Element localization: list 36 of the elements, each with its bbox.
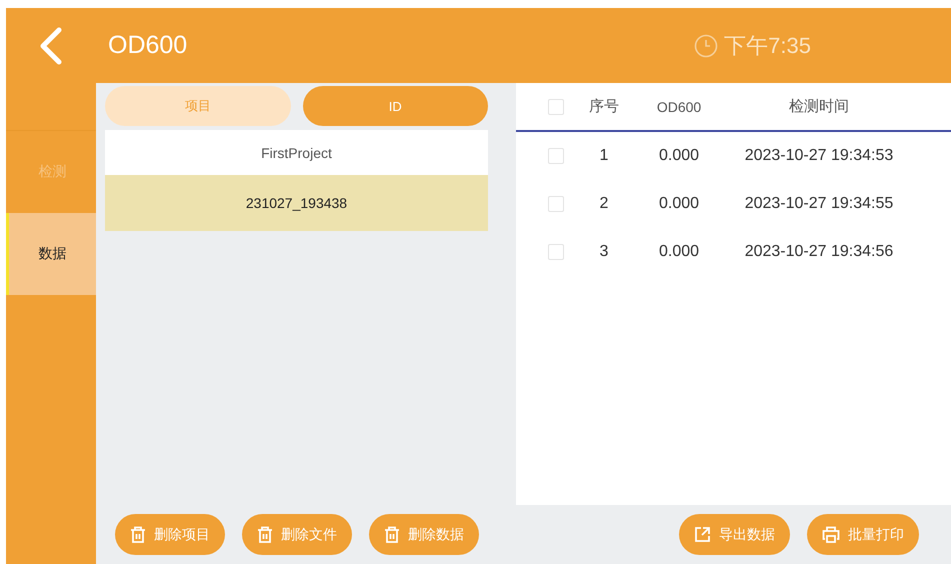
column-header: 检测时间 [788,97,850,116]
action-button[interactable]: 导出数据 [679,514,790,555]
sidebar-item[interactable]: 检测 [6,131,96,213]
table-cell-text: 2023-10-27 19:34:53 [744,147,894,165]
clock-time: 下午7:35 [724,32,811,60]
export-icon [694,526,711,543]
trash-icon [384,526,400,543]
page-title: OD600 [108,31,188,60]
list-item[interactable]: 231027_193438 [105,175,488,231]
table-cell-text: 2 [598,195,610,213]
list-item[interactable]: FirstProject [105,130,488,175]
table-cell-text: 0.000 [658,243,700,261]
clock-icon [694,34,718,58]
row-checkbox[interactable] [548,148,564,164]
table-cell-text: 2023-10-27 19:34:56 [744,243,894,261]
printer-icon [822,526,840,543]
action-button[interactable]: 删除数据 [369,514,479,555]
sidebar-item[interactable]: 数据 [6,213,96,295]
row-checkbox[interactable] [548,196,564,212]
table-cell-text: 2023-10-27 19:34:55 [744,195,894,213]
action-button[interactable]: 批量打印 [807,514,919,555]
tab[interactable]: 项目 [105,86,290,126]
row-checkbox[interactable] [548,244,564,260]
table-cell-text: 1 [598,147,610,165]
table-cell-text: 3 [598,243,610,261]
trash-icon [257,526,273,543]
column-header: OD600 [656,98,702,114]
action-button[interactable]: 删除文件 [242,514,352,555]
column-header: 序号 [588,97,620,116]
tab[interactable]: ID [302,86,488,126]
back-icon[interactable] [38,26,64,64]
table-cell-text: 0.000 [658,147,700,165]
table-cell-text: 0.000 [658,195,700,213]
select-all-checkbox[interactable] [548,98,564,114]
trash-icon [130,526,146,543]
action-button[interactable]: 删除项目 [115,514,225,555]
